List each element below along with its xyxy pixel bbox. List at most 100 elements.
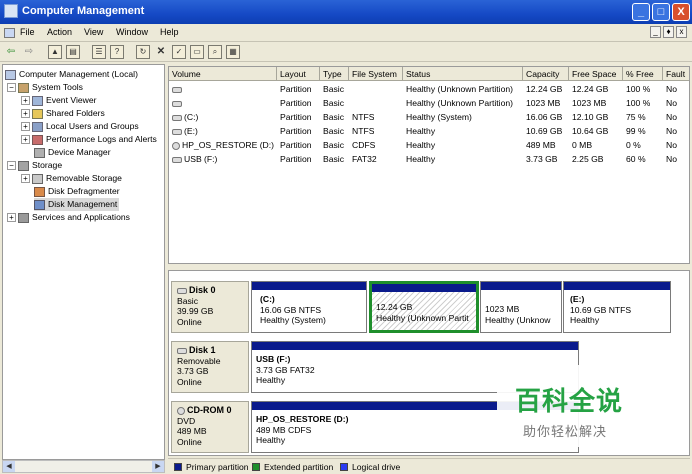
col-capacity[interactable]: Capacity [523,67,569,81]
partition-unknown-1[interactable]: 12.24 GB Healthy (Unknown Partit [369,281,479,333]
layout-cell: Partition [280,84,312,94]
col-layout[interactable]: Layout [277,67,320,81]
disk-1-label[interactable]: Disk 1 Removable 3.73 GB Online [171,341,249,393]
expand-icon[interactable]: + [21,96,30,106]
menu-view[interactable]: View [84,27,103,37]
checklist-icon[interactable]: ✓ [172,45,186,59]
mmc-icon[interactable] [4,28,15,38]
expand-icon[interactable]: + [21,135,30,145]
services-icon [18,212,29,223]
partition-size: 12.24 GB [376,302,413,312]
free-space-cell: 12.10 GB [572,112,609,122]
partition-e[interactable]: (E:) 10.69 GB NTFS Healthy [563,281,671,333]
layout-cell: Partition [280,154,312,164]
tree-horizontal-scrollbar[interactable]: ◀ ▶ [2,460,165,473]
col-type[interactable]: Type [320,67,349,81]
partition-status: Healthy (Unknown Partit [376,312,469,323]
col-free-space[interactable]: Free Space [569,67,623,81]
col-volume[interactable]: Volume [169,67,277,81]
col-fault[interactable]: Fault [663,67,689,81]
usb-drive-icon [172,156,182,163]
tree-item-performance-logs[interactable]: + Performance Logs and Alerts [21,133,157,146]
capacity-cell: 16.06 GB [526,112,563,122]
disk-0-label[interactable]: Disk 0 Basic 39.99 GB Online [171,281,249,333]
removable-storage-icon [32,173,43,184]
forward-arrow-icon[interactable]: ⇨ [22,45,36,59]
partition-unknown-2[interactable]: 1023 MB Healthy (Unknow [480,281,562,333]
free-space-cell: 1023 MB [572,98,607,108]
back-arrow-icon[interactable]: ⇦ [4,45,18,59]
col-file-system[interactable]: File System [349,67,403,81]
show-tree-icon[interactable]: ▤ [66,45,80,59]
capacity-cell: 12.24 GB [526,84,563,94]
help-icon[interactable]: ? [110,45,124,59]
expand-icon[interactable]: + [7,213,16,223]
menu-file[interactable]: File [20,27,35,37]
disk-name: Disk 0 [189,285,216,295]
logical-swatch [340,463,348,471]
partition-status: Healthy [570,315,600,325]
expand-icon[interactable]: + [21,122,30,132]
status-cell: Healthy [406,126,436,136]
disk-type: DVD [177,415,196,426]
open-folder-icon[interactable]: ▭ [190,45,204,59]
tree-item-storage[interactable]: − Storage [7,159,62,172]
tree-label: Computer Management (Local) [19,69,138,79]
layout-cell: Partition [280,140,312,150]
volume-name: USB (F:) [184,154,218,164]
tree-item-device-manager[interactable]: Device Manager [34,146,111,159]
search-icon[interactable]: ⌕ [208,45,222,59]
cdrom-0-label[interactable]: CD-ROM 0 DVD 489 MB Online [171,401,249,453]
collapse-icon[interactable]: − [7,83,16,93]
col-percent-free[interactable]: % Free [623,67,663,81]
fault-cell: No [666,154,677,164]
primary-partition-bar [252,282,366,290]
tree-item-system-tools[interactable]: − System Tools [7,81,83,94]
mdi-restore-button[interactable]: ♦ [663,26,674,38]
expand-icon[interactable]: + [21,109,30,119]
scroll-left-icon[interactable]: ◀ [3,461,15,472]
mdi-minimize-button[interactable]: _ [650,26,661,38]
properties-icon[interactable]: ☰ [92,45,106,59]
tree-item-event-viewer[interactable]: + Event Viewer [21,94,96,107]
console-tree: Computer Management (Local) − System Tool… [2,64,165,460]
menu-window[interactable]: Window [116,27,148,37]
free-space-cell: 2.25 GB [572,154,604,164]
collapse-icon[interactable]: − [7,161,16,171]
tree-item-removable-storage[interactable]: + Removable Storage [21,172,122,185]
tree-item-shared-folders[interactable]: + Shared Folders [21,107,105,120]
tree-item-disk-defragmenter[interactable]: Disk Defragmenter [34,185,120,198]
disk-type: Basic [177,295,199,306]
tree-label: System Tools [32,82,83,92]
expand-icon[interactable]: + [21,174,30,184]
delete-icon[interactable]: ✕ [154,45,168,59]
tree-item-services[interactable]: + Services and Applications [7,211,130,224]
partition-size: 489 MB CDFS [256,424,312,435]
mdi-close-button[interactable]: x [676,26,687,38]
tree-label: Services and Applications [32,212,130,222]
maximize-button[interactable]: □ [652,3,670,21]
title-bar: Computer Management _ □ X [0,0,692,24]
percent-free-cell: 100 % [626,84,651,94]
up-folder-icon[interactable]: ▲ [48,45,62,59]
fs-cell: FAT32 [352,154,377,164]
disk-state: Online [177,376,202,387]
fs-cell: NTFS [352,112,375,122]
tree-item-root[interactable]: Computer Management (Local) [5,68,138,81]
partition-c[interactable]: (C:) 16.06 GB NTFS Healthy (System) [251,281,367,333]
menu-help[interactable]: Help [160,27,179,37]
tree-item-disk-management[interactable]: Disk Management [34,198,120,211]
grid-icon[interactable]: ▦ [226,45,240,59]
menu-action[interactable]: Action [47,27,72,37]
close-button[interactable]: X [672,3,690,21]
disk-management-icon [34,199,45,210]
refresh-icon[interactable]: ↻ [136,45,150,59]
tree-item-local-users[interactable]: + Local Users and Groups [21,120,139,133]
legend-primary: Primary partition [186,462,249,472]
type-cell: Basic [323,98,345,108]
col-status[interactable]: Status [403,67,523,81]
fs-cell: CDFS [352,140,376,150]
scroll-right-icon[interactable]: ▶ [152,461,164,472]
partition-status: Healthy (Unknow [485,314,551,325]
minimize-button[interactable]: _ [632,3,650,21]
